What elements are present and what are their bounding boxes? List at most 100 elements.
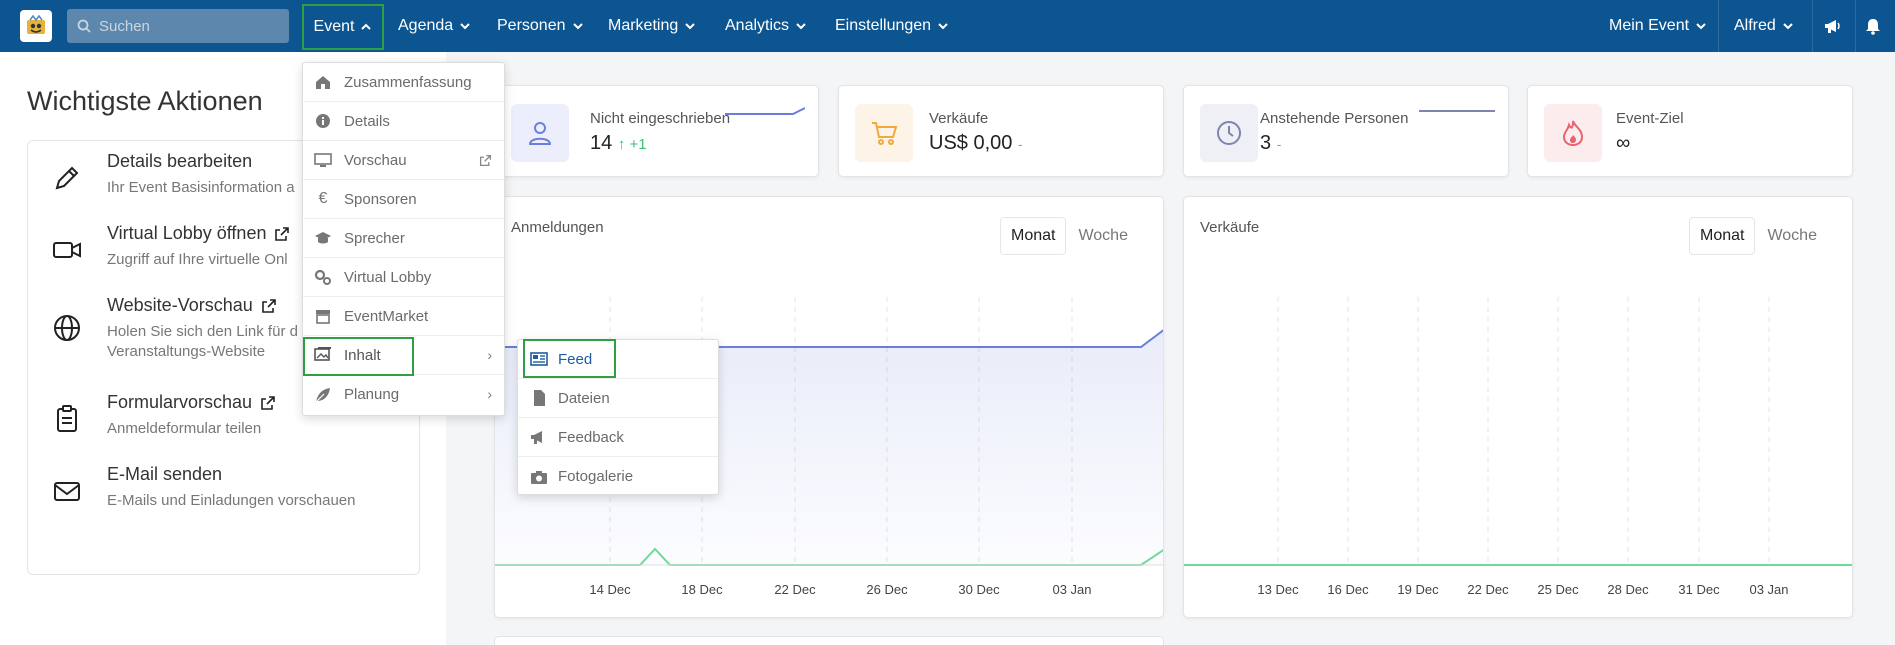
submenu-item-label: Fotogalerie bbox=[558, 468, 634, 485]
action-title-text: Formularvorschau bbox=[107, 392, 253, 412]
announcements-button[interactable] bbox=[1823, 0, 1841, 52]
x-tick-label: 31 Dec bbox=[1678, 582, 1720, 597]
video-camera-icon bbox=[53, 242, 81, 258]
bottom-card bbox=[494, 636, 1164, 645]
x-tick-label: 28 Dec bbox=[1607, 582, 1649, 597]
chart-title: Anmeldungen bbox=[511, 219, 604, 236]
euro-icon: € bbox=[318, 190, 328, 207]
monitor-icon bbox=[314, 153, 332, 167]
chevron-up-icon bbox=[361, 23, 372, 30]
nav-personen-label: Personen bbox=[497, 17, 566, 34]
action-title: Details bearbeiten bbox=[107, 151, 253, 171]
menu-item-label: Details bbox=[344, 112, 390, 130]
sparkline bbox=[1419, 110, 1495, 112]
action-subtitle: Holen Sie sich den Link für d Veranstalt… bbox=[107, 322, 298, 362]
nav-marketing-label: Marketing bbox=[608, 17, 679, 34]
graduation-cap-icon bbox=[315, 232, 331, 244]
menu-item-virtual-lobby[interactable]: Virtual Lobby bbox=[303, 258, 504, 297]
stat-delta: - bbox=[1276, 136, 1282, 152]
search-box[interactable] bbox=[67, 9, 289, 43]
submenu-item-fotogalerie[interactable]: Fotogalerie bbox=[518, 457, 718, 496]
x-tick-label: 26 Dec bbox=[866, 582, 908, 597]
stat-delta: ↑ +1 bbox=[617, 136, 647, 153]
nav-marketing[interactable]: Marketing bbox=[608, 0, 696, 52]
nav-agenda-label: Agenda bbox=[398, 17, 454, 34]
stat-value: 14 ↑ +1 bbox=[590, 132, 647, 155]
submenu-item-dateien[interactable]: Dateien bbox=[518, 379, 718, 418]
notifications-button[interactable] bbox=[1864, 0, 1882, 52]
nav-einstellungen-label: Einstellungen bbox=[835, 17, 932, 34]
menu-item-planung[interactable]: Planung › bbox=[303, 375, 504, 414]
stat-value: US$ 0,00 - bbox=[929, 132, 1023, 155]
action-title-text: Website-Vorschau bbox=[107, 295, 253, 315]
nav-user-alfred[interactable]: Alfred bbox=[1734, 0, 1794, 52]
menu-item-label: Zusammenfassung bbox=[344, 73, 472, 91]
submenu-item-label: Dateien bbox=[558, 389, 610, 407]
info-icon bbox=[316, 114, 330, 128]
nav-event-label: Event bbox=[313, 18, 355, 35]
x-tick-label: 22 Dec bbox=[774, 582, 816, 597]
x-tick-label: 03 Jan bbox=[1052, 582, 1092, 597]
stat-card-pending-people[interactable]: Anstehende Personen 3 - bbox=[1183, 85, 1509, 177]
nav-analytics-label: Analytics bbox=[725, 17, 790, 34]
x-tick-label: 18 Dec bbox=[681, 582, 723, 597]
menu-item-label: Sprecher bbox=[344, 229, 405, 247]
toggle-woche[interactable]: Woche bbox=[1757, 217, 1827, 255]
stat-icon-badge bbox=[511, 104, 569, 162]
menu-item-details[interactable]: Details bbox=[303, 102, 504, 141]
menu-item-vorschau[interactable]: Vorschau bbox=[303, 141, 504, 180]
action-email-senden[interactable]: E-Mail senden E-Mails und Einladungen vo… bbox=[28, 454, 419, 526]
nav-personen[interactable]: Personen bbox=[497, 0, 584, 52]
sales-chart-canvas bbox=[1184, 297, 1852, 566]
nav-mein-event[interactable]: Mein Event bbox=[1609, 0, 1707, 52]
home-icon bbox=[316, 76, 330, 89]
inhalt-highlight bbox=[303, 337, 414, 376]
x-tick-label: 16 Dec bbox=[1327, 582, 1369, 597]
action-subtitle: Ihr Event Basisinformation a bbox=[107, 179, 295, 196]
chevron-down-icon bbox=[1783, 23, 1793, 30]
gears-icon bbox=[314, 269, 331, 285]
toggle-woche[interactable]: Woche bbox=[1068, 217, 1138, 255]
nav-einstellungen[interactable]: Einstellungen bbox=[835, 0, 949, 52]
menu-item-zusammenfassung[interactable]: Zusammenfassung bbox=[303, 63, 504, 102]
action-subtitle: Anmeldeformular teilen bbox=[107, 420, 262, 437]
search-input[interactable] bbox=[99, 17, 269, 35]
x-tick-label: 25 Dec bbox=[1537, 582, 1579, 597]
stat-card-sales[interactable]: Verkäufe US$ 0,00 - bbox=[838, 85, 1164, 177]
x-tick-label: 22 Dec bbox=[1467, 582, 1509, 597]
toggle-monat[interactable]: Monat bbox=[1689, 217, 1756, 255]
stat-number: US$ 0,00 bbox=[929, 132, 1013, 154]
pencil-icon bbox=[55, 166, 79, 190]
chevron-down-icon bbox=[460, 23, 470, 30]
camera-icon bbox=[531, 470, 547, 484]
menu-item-eventmarket[interactable]: EventMarket bbox=[303, 297, 504, 336]
app-logo[interactable] bbox=[20, 10, 52, 42]
nav-analytics[interactable]: Analytics bbox=[725, 0, 807, 52]
stat-card-not-enrolled[interactable]: Nicht eingeschrieben 14 ↑ +1 bbox=[494, 85, 819, 177]
nav-agenda[interactable]: Agenda bbox=[398, 0, 471, 52]
top-navbar: Event Agenda Personen Marketing Analytic… bbox=[0, 0, 1895, 52]
stat-number: ∞ bbox=[1616, 132, 1631, 154]
chevron-down-icon bbox=[1696, 23, 1706, 30]
chevron-down-icon bbox=[572, 23, 583, 30]
menu-item-sprecher[interactable]: Sprecher bbox=[303, 219, 504, 258]
menu-item-sponsoren[interactable]: € Sponsoren bbox=[303, 180, 504, 219]
flame-icon bbox=[1562, 120, 1584, 147]
submenu-item-feedback[interactable]: Feedback bbox=[518, 418, 718, 457]
external-link-icon bbox=[261, 395, 275, 410]
external-link-icon bbox=[275, 226, 290, 241]
stat-value: 3 - bbox=[1260, 132, 1281, 155]
action-title: Website-Vorschau bbox=[107, 295, 277, 316]
menu-item-label: Vorschau bbox=[344, 151, 407, 169]
stat-label: Nicht eingeschrieben bbox=[590, 110, 731, 127]
toggle-monat[interactable]: Monat bbox=[1000, 217, 1067, 255]
store-icon bbox=[316, 310, 330, 324]
person-icon bbox=[528, 122, 552, 145]
search-icon bbox=[77, 19, 91, 33]
stat-card-event-goal[interactable]: Event-Ziel ∞ bbox=[1527, 85, 1853, 177]
stat-icon-badge bbox=[855, 104, 913, 162]
chevron-down-icon bbox=[685, 23, 695, 30]
nav-event[interactable]: Event bbox=[302, 4, 384, 50]
megaphone-icon bbox=[1825, 20, 1840, 33]
submenu-item-label: Feedback bbox=[558, 428, 624, 446]
